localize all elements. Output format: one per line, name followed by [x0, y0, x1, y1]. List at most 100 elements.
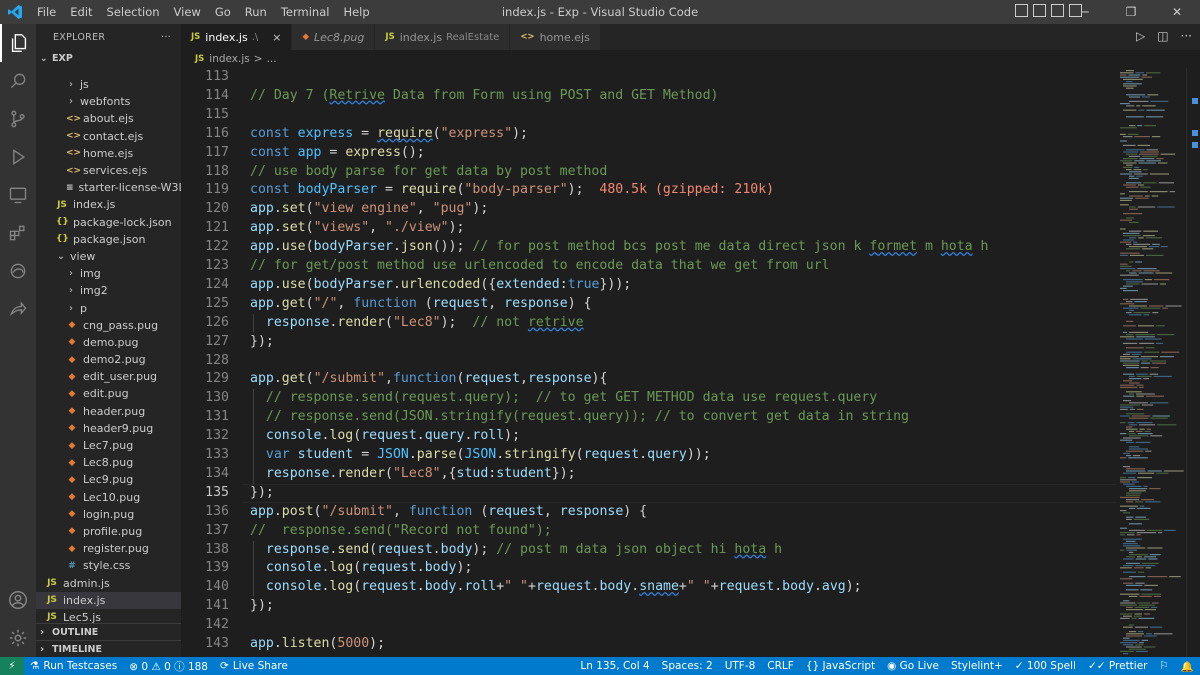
status-item-right-10[interactable]: 🔔	[1175, 660, 1200, 673]
code-line[interactable]: 143 app.listen(5000);	[181, 635, 1116, 654]
folder-item[interactable]: › img	[36, 265, 181, 282]
live-share-icon[interactable]	[0, 290, 36, 328]
more-actions-icon[interactable]: ···	[161, 32, 171, 43]
toggle-panel-icon[interactable]	[1033, 4, 1046, 17]
code-line[interactable]: 137 // response.send("Record not found");	[181, 522, 1116, 541]
settings-gear-icon[interactable]	[0, 619, 36, 657]
folder-item[interactable]: ⌄ view	[36, 248, 181, 265]
menu-item-terminal[interactable]: Terminal	[274, 0, 337, 24]
file-item[interactable]: ◆ demo2.pug	[36, 351, 181, 368]
edge-devtools-icon[interactable]	[0, 252, 36, 290]
menu-item-file[interactable]: File	[30, 0, 63, 24]
code-line[interactable]: 119 const bodyParser = require("body-pars…	[181, 181, 1116, 200]
close-window-icon[interactable]: ✕	[1154, 0, 1200, 24]
file-item[interactable]: ◆ demo.pug	[36, 334, 181, 351]
file-item[interactable]: ◆ Lec10.pug	[36, 489, 181, 506]
file-item[interactable]: ◆ Lec9.pug	[36, 471, 181, 488]
menu-item-run[interactable]: Run	[238, 0, 274, 24]
status-item--0-0-188[interactable]: ⊗ 0 ⚠ 0 ⓘ 188	[123, 659, 214, 674]
file-item[interactable]: ◆ Lec8.pug	[36, 454, 181, 471]
vertical-scrollbar[interactable]	[1186, 68, 1200, 657]
tab-2[interactable]: JS index.js RealEstate	[375, 24, 511, 50]
remote-indicator[interactable]: ⚡	[0, 657, 24, 675]
minimap[interactable]	[1116, 68, 1186, 657]
accounts-icon[interactable]	[0, 581, 36, 619]
code-line[interactable]: 127});	[181, 333, 1116, 352]
run-debug-icon[interactable]	[0, 138, 36, 176]
code-line[interactable]: 142	[181, 616, 1116, 635]
file-item[interactable]: ◆ edit.pug	[36, 385, 181, 402]
more-actions-icon[interactable]: ···	[1181, 29, 1192, 43]
code-line[interactable]: 124 app.use(bodyParser.urlencoded({extend…	[181, 276, 1116, 295]
code-line[interactable]: 135});	[181, 483, 1116, 503]
source-control-icon[interactable]	[0, 100, 36, 138]
file-item[interactable]: <> home.ejs	[36, 145, 181, 162]
minimize-icon[interactable]: ─	[1062, 0, 1108, 24]
status-item-right-4[interactable]: {} JavaScript	[800, 660, 881, 673]
file-item[interactable]: ◆ header9.pug	[36, 420, 181, 437]
file-item[interactable]: <> contact.ejs	[36, 128, 181, 145]
file-item[interactable]: # style.css	[36, 557, 181, 574]
file-item[interactable]: JS index.js	[36, 591, 181, 609]
split-editor-icon[interactable]: ◫	[1157, 29, 1168, 43]
code-line[interactable]: 131 // response.send(JSON.stringify(requ…	[181, 408, 1116, 427]
timeline-section[interactable]: › TIMELINE	[36, 640, 181, 657]
close-tab-icon[interactable]: ×	[272, 31, 281, 44]
code-line[interactable]: 121 app.set("views", "./view");	[181, 219, 1116, 238]
folder-item[interactable]: › js	[36, 76, 181, 93]
menu-item-selection[interactable]: Selection	[100, 0, 167, 24]
run-file-icon[interactable]: ▷	[1136, 29, 1145, 43]
workspace-root[interactable]: ⌄ EXP	[36, 50, 181, 67]
code-line[interactable]: 117 const app = express();	[181, 144, 1116, 163]
status-item-right-8[interactable]: ✓✓ Prettier	[1082, 660, 1154, 673]
code-line[interactable]: 113	[181, 68, 1116, 87]
file-item[interactable]: ◆ cng_pass.pug	[36, 317, 181, 334]
code-line[interactable]: 114 // Day 7 (Retrive Data from Form usin…	[181, 87, 1116, 106]
status-item-run-testcases[interactable]: ⚗ Run Testcases	[24, 659, 123, 674]
restore-icon[interactable]: ❐	[1108, 0, 1154, 24]
file-item[interactable]: <> services.ejs	[36, 162, 181, 179]
code-line[interactable]: 138 response.send(request.body); // post…	[181, 541, 1116, 560]
code-line[interactable]: 125 app.get("/", function (request, respo…	[181, 295, 1116, 314]
folder-item[interactable]: › p	[36, 299, 181, 316]
menu-item-view[interactable]: View	[167, 0, 208, 24]
code-line[interactable]: 115	[181, 106, 1116, 125]
status-item-right-2[interactable]: UTF-8	[719, 660, 762, 673]
code-line[interactable]: 122 app.use(bodyParser.json()); // for po…	[181, 238, 1116, 257]
file-item[interactable]: <> about.ejs	[36, 110, 181, 127]
file-item[interactable]: JS index.js	[36, 196, 181, 213]
code-line[interactable]: 133 var student = JSON.parse(JSON.string…	[181, 446, 1116, 465]
code-line[interactable]: 118 // use body parse for get data by pos…	[181, 163, 1116, 182]
code-line[interactable]: 129 app.get("/submit",function(request,re…	[181, 370, 1116, 389]
search-icon[interactable]	[0, 62, 36, 100]
extensions-icon[interactable]	[0, 214, 36, 252]
code-editor[interactable]: 113 114 // Day 7 (Retrive Data from Form u…	[181, 68, 1116, 657]
file-item[interactable]: ◆ edit_user.pug	[36, 368, 181, 385]
file-item[interactable]: ◆ profile.pug	[36, 523, 181, 540]
status-item-right-7[interactable]: ✓ 100 Spell	[1009, 660, 1082, 673]
file-item[interactable]: {} package-lock.json	[36, 214, 181, 231]
explorer-icon[interactable]	[0, 24, 36, 62]
code-line[interactable]: 136 app.post("/submit", function (request…	[181, 503, 1116, 522]
status-item-right-1[interactable]: Spaces: 2	[656, 660, 719, 673]
code-line[interactable]: 130 // response.send(request.query); // …	[181, 389, 1116, 408]
tab-1[interactable]: ◆ Lec8.pug	[292, 24, 376, 50]
file-item[interactable]: {} package.json	[36, 231, 181, 248]
code-line[interactable]: 134 response.render("Lec8",{stud:student…	[181, 465, 1116, 484]
file-item[interactable]: JS admin.js	[36, 574, 181, 591]
remote-explorer-icon[interactable]	[0, 176, 36, 214]
status-item-right-5[interactable]: ◉ Go Live	[881, 660, 945, 673]
status-item-right-0[interactable]: Ln 135, Col 4	[574, 660, 655, 673]
folder-item[interactable]: › img2	[36, 282, 181, 299]
status-item-right-3[interactable]: CRLF	[761, 660, 800, 673]
code-line[interactable]: 120 app.set("view engine", "pug");	[181, 200, 1116, 219]
code-line[interactable]: 140 console.log(request.body.roll+" "+re…	[181, 578, 1116, 597]
file-item[interactable]: ≡ starter-license-W3La...	[36, 179, 181, 196]
code-line[interactable]: 128	[181, 352, 1116, 371]
code-line[interactable]: 116 const express = require("express");	[181, 125, 1116, 144]
menu-item-help[interactable]: Help	[336, 0, 376, 24]
toggle-sidebar-icon[interactable]	[1015, 4, 1028, 17]
code-line[interactable]: 141});	[181, 597, 1116, 616]
file-item[interactable]: ◆ login.pug	[36, 506, 181, 523]
file-item[interactable]: ◆ register.pug	[36, 540, 181, 557]
